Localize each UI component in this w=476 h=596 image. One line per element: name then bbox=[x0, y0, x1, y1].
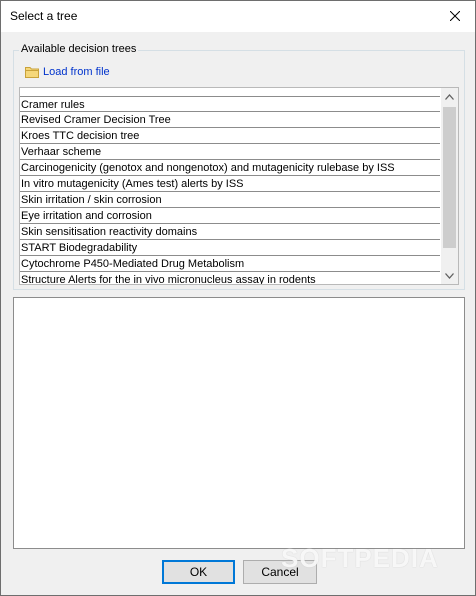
chevron-down-icon bbox=[445, 272, 454, 279]
decision-tree-list[interactable]: Cramer rules Revised Cramer Decision Tree… bbox=[19, 87, 459, 285]
tree-list-item[interactable]: Cramer rules bbox=[20, 96, 440, 112]
group-caption: Available decision trees bbox=[19, 43, 139, 55]
tree-list-item[interactable]: Verhaar scheme bbox=[20, 144, 440, 160]
close-button[interactable] bbox=[443, 5, 467, 27]
tree-list-item[interactable]: In vitro mutagenicity (Ames test) alerts… bbox=[20, 176, 440, 192]
tree-list-item[interactable]: Eye irritation and corrosion bbox=[20, 208, 440, 224]
tree-list-item[interactable]: START Biodegradability bbox=[20, 240, 440, 256]
tree-description-panel bbox=[13, 297, 465, 549]
ok-button[interactable]: OK bbox=[162, 560, 235, 584]
tree-list-item[interactable]: Structure Alerts for the in vivo micronu… bbox=[20, 272, 440, 284]
select-tree-dialog: Select a tree Available decision trees L… bbox=[0, 0, 476, 596]
scroll-thumb[interactable] bbox=[443, 107, 456, 248]
load-from-file-link[interactable]: Load from file bbox=[25, 64, 110, 80]
scroll-down-button[interactable] bbox=[441, 267, 458, 284]
tree-list-item[interactable]: Skin sensitisation reactivity domains bbox=[20, 224, 440, 240]
title-bar: Select a tree bbox=[1, 1, 475, 32]
softpedia-watermark: SOFTPEDIA bbox=[281, 543, 439, 573]
close-icon bbox=[450, 11, 460, 21]
load-from-file-label: Load from file bbox=[43, 66, 110, 78]
folder-icon bbox=[25, 67, 39, 78]
tree-list-item[interactable]: Skin irritation / skin corrosion bbox=[20, 192, 440, 208]
list-scrollbar[interactable] bbox=[441, 88, 458, 284]
chevron-up-icon bbox=[445, 93, 454, 100]
tree-list-item[interactable]: Cytochrome P450-Mediated Drug Metabolism bbox=[20, 256, 440, 272]
tree-list-item[interactable]: Kroes TTC decision tree bbox=[20, 128, 440, 144]
scroll-up-button[interactable] bbox=[441, 88, 458, 105]
tree-list-item[interactable]: Carcinogenicity (genotox and nongenotox)… bbox=[20, 160, 440, 176]
dialog-title: Select a tree bbox=[10, 9, 78, 23]
tree-list-item[interactable]: Revised Cramer Decision Tree bbox=[20, 112, 440, 128]
